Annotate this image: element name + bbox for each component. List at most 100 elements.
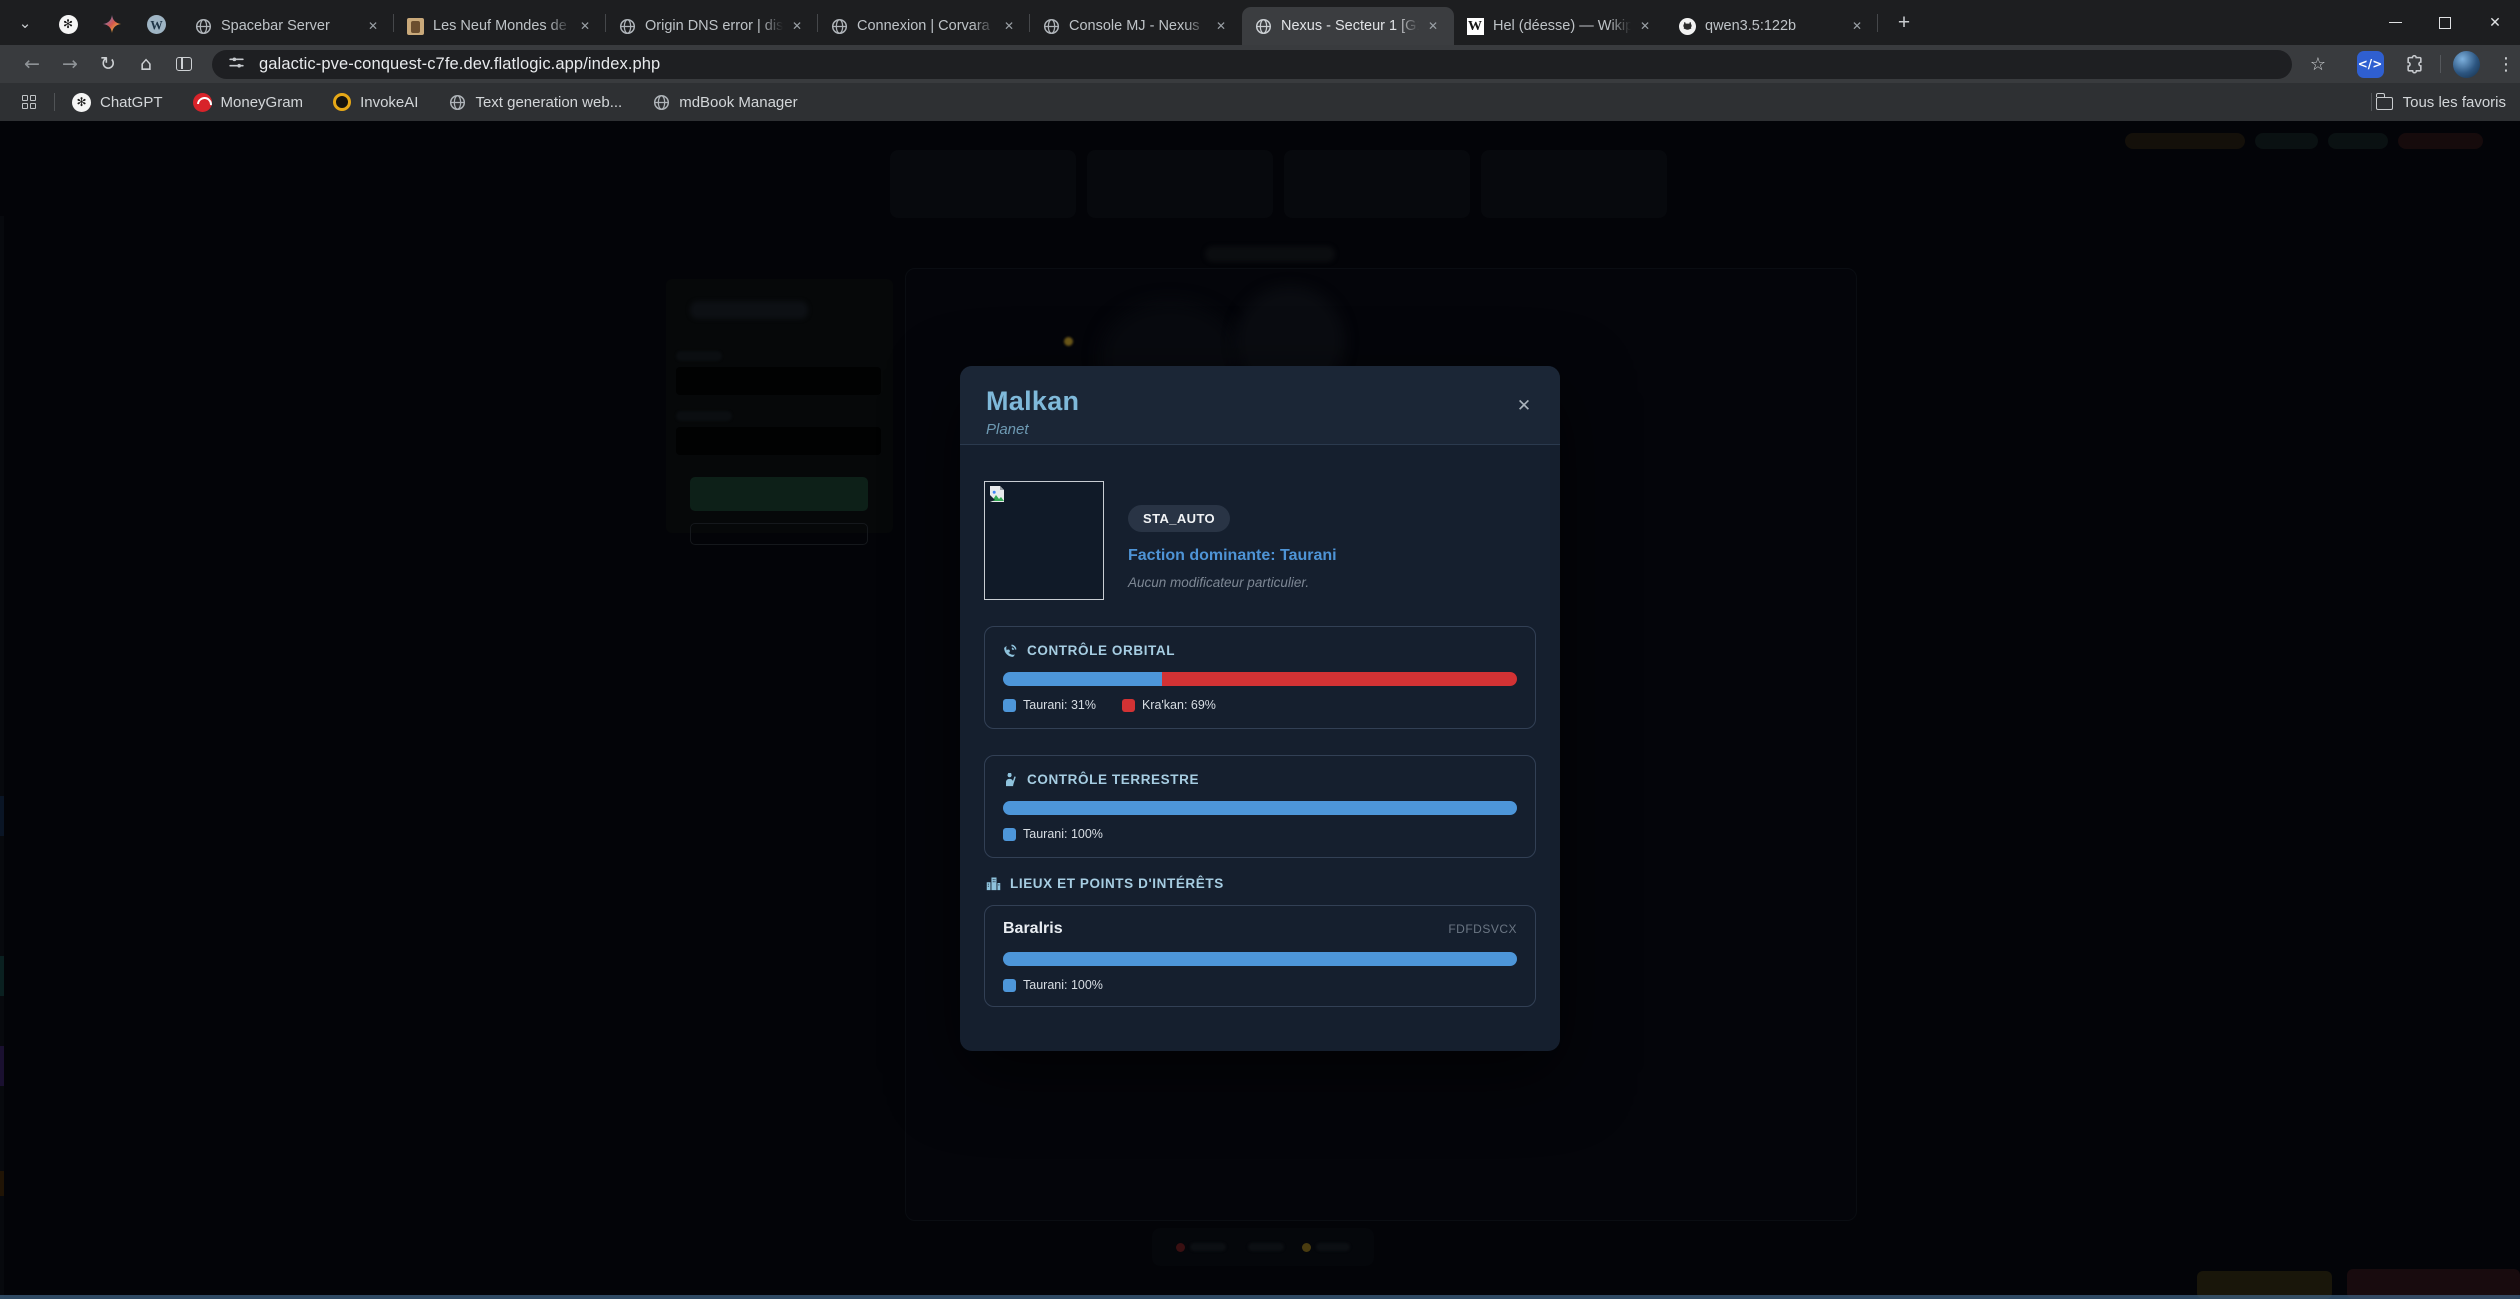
tab-console-mj[interactable]: Console MJ - Nexus ✕: [1030, 7, 1242, 45]
side-panel-button[interactable]: [166, 45, 202, 83]
tab-qwen[interactable]: qwen3.5:122b ✕: [1666, 7, 1878, 45]
section-title: CONTRÔLE TERRESTRE: [1027, 772, 1199, 787]
bookmark-label: Text generation web...: [475, 94, 622, 111]
modifier-note: Aucun modificateur particulier.: [1128, 575, 1337, 590]
chatgpt-icon: ✻: [72, 93, 91, 112]
avatar: [2453, 51, 2480, 78]
globe-favicon: [194, 17, 212, 35]
window-minimize-button[interactable]: [2370, 0, 2420, 45]
browser-menu-button[interactable]: ⋮: [2488, 45, 2520, 83]
modal-header: Malkan Planet ✕: [960, 366, 1560, 445]
bookmark-moneygram[interactable]: MoneyGram: [193, 93, 304, 112]
side-panel-icon: [176, 57, 192, 71]
tab-close-icon[interactable]: ✕: [1210, 15, 1232, 37]
tab-close-icon[interactable]: ✕: [1846, 15, 1868, 37]
window-controls: ✕: [2370, 0, 2520, 45]
dimmed-header-button: [2255, 133, 2318, 149]
moneygram-icon: [193, 93, 212, 112]
site-settings-icon[interactable]: [228, 54, 245, 76]
legend-label: Taurani: 100%: [1023, 827, 1103, 841]
tab-close-icon[interactable]: ✕: [1634, 15, 1656, 37]
tab-search-button[interactable]: ⌄: [10, 10, 40, 36]
new-tab-button[interactable]: +: [1890, 9, 1918, 37]
pinned-tab-chatgpt[interactable]: ✻: [46, 7, 90, 41]
tab-close-icon[interactable]: ✕: [574, 15, 596, 37]
chevron-down-icon: ⌄: [19, 14, 32, 32]
bookmark-text-generation[interactable]: Text generation web...: [448, 93, 622, 111]
globe-favicon: [1042, 17, 1060, 35]
dimmed-page-title: [1205, 246, 1335, 262]
bookmark-star-button[interactable]: ☆: [2300, 45, 2336, 83]
modal-body: STA_AUTO Faction dominante: Taurani Aucu…: [960, 445, 1560, 1007]
apps-grid-icon[interactable]: [22, 95, 36, 109]
ground-control-section: CONTRÔLE TERRESTRE Taurani: 100%: [984, 755, 1536, 858]
pinned-tab-gemini[interactable]: [90, 7, 134, 41]
window-maximize-button[interactable]: [2420, 0, 2470, 45]
tab-strip: ⌄ ✻ W Spacebar Server ✕: [0, 0, 2520, 45]
tab-hel-wikipedia[interactable]: W Hel (déesse) — Wikipédia ✕: [1454, 7, 1666, 45]
browser-window: ⌄ ✻ W Spacebar Server ✕: [0, 0, 2520, 1299]
tab-origin-dns-error[interactable]: Origin DNS error | discord-like ✕: [606, 7, 818, 45]
bookmark-mdbook-manager[interactable]: mdBook Manager: [652, 93, 797, 111]
dominant-faction-text: Faction dominante: Taurani: [1128, 547, 1337, 565]
dimmed-legend-bar: [1152, 1228, 1374, 1266]
forward-button[interactable]: →: [52, 45, 88, 83]
tab-title: Spacebar Server: [221, 18, 362, 34]
tab-close-icon[interactable]: ✕: [786, 15, 808, 37]
close-icon: ✕: [2489, 14, 2501, 31]
tab-nexus-secteur-active[interactable]: Nexus - Secteur 1 [G1] ✕: [1242, 7, 1454, 45]
section-title: LIEUX ET POINTS D'INTÉRÊTS: [1010, 876, 1224, 891]
chatgpt-icon: ✻: [59, 15, 78, 34]
modal-close-button[interactable]: ✕: [1510, 392, 1538, 420]
poi-control-bar: [1003, 952, 1517, 966]
bookmark-invokeai[interactable]: InvokeAI: [333, 93, 418, 111]
poi-name: Baralris: [1003, 920, 1063, 938]
satellite-dish-icon: [1003, 643, 1018, 658]
tab-spacebar-server[interactable]: Spacebar Server ✕: [182, 7, 394, 45]
all-bookmarks-button[interactable]: Tous les favoris: [2376, 83, 2506, 121]
tab-connexion-corvara[interactable]: Connexion | Corvara ✕: [818, 7, 1030, 45]
extension-shortcut-button[interactable]: </>: [2352, 45, 2388, 83]
reload-button[interactable]: ↻: [90, 45, 126, 83]
tab-separator: [817, 14, 818, 32]
bar-segment-Kra'kan: [1162, 672, 1517, 686]
bookmarks-separator: [2371, 93, 2372, 111]
window-close-button[interactable]: ✕: [2470, 0, 2520, 45]
profile-button[interactable]: [2448, 45, 2484, 83]
tab-neuf-mondes[interactable]: Les Neuf Mondes de la Mythol ✕: [394, 7, 606, 45]
tab-close-icon[interactable]: ✕: [362, 15, 384, 37]
back-button[interactable]: ←: [14, 45, 50, 83]
tab-close-icon[interactable]: ✕: [1422, 15, 1444, 37]
extensions-button[interactable]: [2396, 45, 2432, 83]
tab-separator: [1877, 14, 1878, 32]
bookmark-chatgpt[interactable]: ✻ ChatGPT: [72, 93, 163, 112]
legend-item: Taurani: 31%: [1003, 698, 1096, 712]
globe-favicon: [618, 17, 636, 35]
bookmark-label: MoneyGram: [221, 94, 304, 111]
tab-close-icon[interactable]: ✕: [998, 15, 1020, 37]
bookmarks-separator: [54, 93, 55, 111]
soldier-icon: [1003, 772, 1018, 787]
all-bookmarks-label: Tous les favoris: [2403, 94, 2506, 111]
dimmed-stat-card: [1087, 150, 1273, 218]
orbital-legend: Taurani: 31%Kra'kan: 69%: [1003, 698, 1517, 712]
legend-swatch: [1003, 699, 1016, 712]
modal-title: Malkan: [986, 386, 1534, 417]
poi-code: FDFDSVCX: [1448, 922, 1517, 936]
extension-icon: </>: [2357, 51, 2384, 78]
bookmark-label: InvokeAI: [360, 94, 418, 111]
address-bar[interactable]: galactic-pve-conquest-c7fe.dev.flatlogic…: [212, 50, 2292, 79]
orbital-control-section: CONTRÔLE ORBITAL Taurani: 31%Kra'kan: 69…: [984, 626, 1536, 729]
puzzle-icon: [2405, 55, 2424, 74]
wordpress-icon: W: [147, 15, 166, 34]
poi-section-header: LIEUX ET POINTS D'INTÉRÊTS: [986, 876, 1536, 891]
invokeai-icon: [333, 93, 351, 111]
tab-separator: [605, 14, 606, 32]
city-icon: [986, 876, 1001, 891]
home-button[interactable]: ⌂: [128, 45, 164, 83]
legend-swatch: [1122, 699, 1135, 712]
pinned-tab-wordpress[interactable]: W: [134, 7, 178, 41]
dimmed-header-button: [2328, 133, 2388, 149]
broken-image-icon: [987, 484, 1007, 504]
orbital-control-bar: [1003, 672, 1517, 686]
